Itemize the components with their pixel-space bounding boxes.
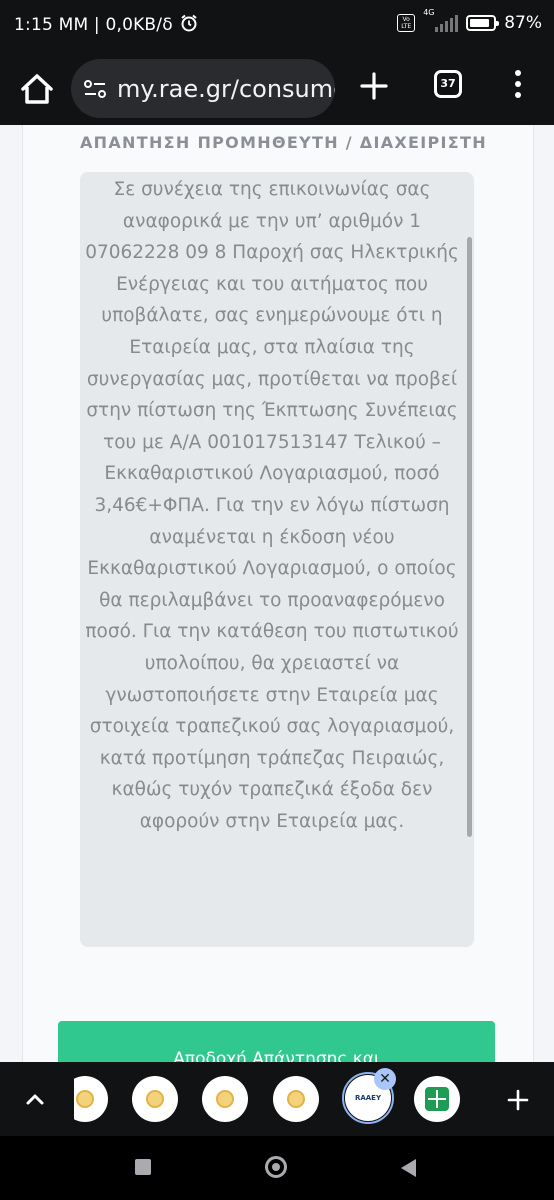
- tab-favicon-4[interactable]: [273, 1076, 319, 1122]
- accept-response-button[interactable]: Αποδοχή Απάντησης και: [58, 1021, 495, 1062]
- signal-icon: 4G: [423, 8, 459, 32]
- tab-favicon-2[interactable]: [132, 1076, 178, 1122]
- site-favicon-icon: [146, 1090, 164, 1108]
- system-nav-bar: [0, 1136, 554, 1200]
- add-tab-icon[interactable]: [506, 1088, 530, 1112]
- status-left-text: 1:15 ΜΜ | 0,0KB/δ: [14, 15, 173, 35]
- response-scrollbar[interactable]: [467, 237, 472, 837]
- site-favicon-icon: [287, 1090, 305, 1108]
- menu-icon[interactable]: [508, 70, 528, 106]
- status-bar: 1:15 ΜΜ | 0,0KB/δ Vo LTE 4G 87%: [0, 0, 554, 52]
- network-type: 4G: [423, 8, 435, 17]
- back-icon[interactable]: [398, 1157, 418, 1179]
- close-tab-icon[interactable]: ✕: [374, 1068, 396, 1090]
- recents-icon[interactable]: [135, 1159, 151, 1175]
- site-settings-icon[interactable]: [83, 78, 107, 100]
- tab-switcher-button[interactable]: 37: [434, 70, 462, 98]
- raaey-logo-icon: RAAEY: [354, 1094, 382, 1102]
- page-content: ΑΠΑΝΤΗΣΗ ΠΡΟΜΗΘΕΥΤΗ / ΔΙΑΧΕΙΡΙΣΤΗ Σε συν…: [0, 125, 554, 1062]
- browser-toolbar: my.rae.gr/consume 37: [0, 52, 554, 126]
- status-indicators: Vo LTE 4G 87%: [397, 8, 542, 33]
- battery-icon: [466, 15, 500, 31]
- battery-level: 87%: [504, 13, 542, 33]
- home-icon[interactable]: [17, 69, 57, 109]
- sheets-icon: [425, 1087, 449, 1111]
- address-bar[interactable]: my.rae.gr/consume: [71, 59, 335, 118]
- site-favicon-icon: [216, 1090, 234, 1108]
- tab-strip: RAAEY ✕: [0, 1062, 554, 1136]
- response-textarea[interactable]: Σε συνέχεια της επικοινωνίας σας αναφορι…: [80, 172, 474, 947]
- tab-favicon-3[interactable]: [202, 1076, 248, 1122]
- response-text: Σε συνέχεια της επικοινωνίας σας αναφορι…: [85, 179, 459, 832]
- volte-icon: Vo LTE: [397, 14, 416, 32]
- section-title: ΑΠΑΝΤΗΣΗ ΠΡΟΜΗΘΕΥΤΗ / ΔΙΑΧΕΙΡΙΣΤΗ: [80, 133, 487, 152]
- alarm-icon: [181, 14, 198, 32]
- tab-favicon-1[interactable]: [74, 1076, 108, 1122]
- new-tab-icon[interactable]: [355, 67, 393, 105]
- tab-favicon-sheets[interactable]: [414, 1076, 460, 1122]
- chevron-up-icon[interactable]: [24, 1088, 46, 1110]
- site-favicon-icon: [76, 1090, 94, 1108]
- home-nav-icon[interactable]: [265, 1156, 287, 1178]
- url-text: my.rae.gr/consume: [117, 75, 335, 103]
- status-time-data: 1:15 ΜΜ | 0,0KB/δ: [14, 14, 198, 35]
